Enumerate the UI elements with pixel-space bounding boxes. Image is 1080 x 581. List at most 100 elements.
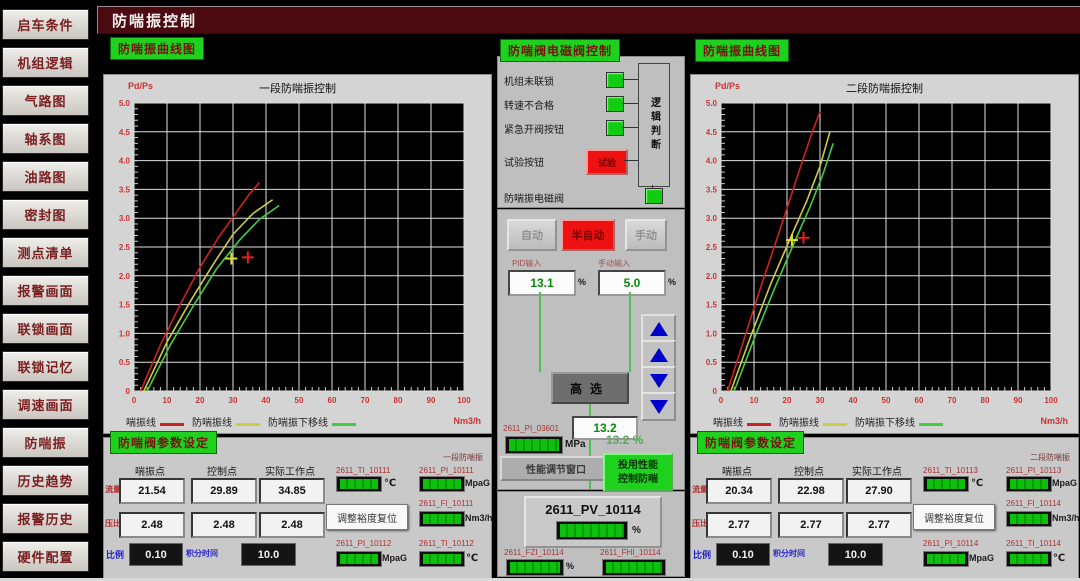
ti-value[interactable]: 10.0 [241,543,296,566]
ratio-surge-value[interactable]: 2.48 [119,512,185,538]
sidebar-item-alarm-screen[interactable]: 报警画面 [2,275,89,306]
manual-input-unit: % [668,277,676,287]
temp1-tag: 2611_TI_10113 [923,466,978,475]
enable-performance-line2: 控制防喘 [618,473,658,487]
svg-text:0: 0 [126,387,131,396]
svg-text:30: 30 [816,396,825,405]
surge-chart-panel-stage1: 一段防喘振控制 Pd/Ps 010203040506070809010000.5… [103,74,492,434]
legend-item: 防喘振下移线 [268,414,356,429]
margin-reset-button[interactable]: 调整裕度复位 [326,504,408,530]
ratio-row-label: 压比 [105,518,120,529]
pid-input-field[interactable]: 13.1 [508,270,576,296]
solenoid-section-label: 防喘阀电磁阀控制 [500,39,620,62]
surge-map-stage2: 010203040506070809010000.51.01.52.02.53.… [691,95,1078,416]
legend-swatch [823,423,847,426]
sidebar-item-interlock-memory[interactable]: 联锁记忆 [2,351,89,382]
connector-line [622,127,638,128]
manual-input-field[interactable]: 5.0 [598,270,666,296]
decrease-button-fine[interactable] [641,366,676,395]
kp-value[interactable]: 0.10 [129,543,183,566]
sidebar-item-interlock-screen[interactable]: 联锁画面 [2,313,89,344]
increase-button-fine[interactable] [641,340,676,369]
enable-performance-control-button[interactable]: 投用性能 控制防喘 [603,453,673,492]
svg-text:50: 50 [882,396,891,405]
svg-text:20: 20 [196,396,205,405]
fhi-value-display [602,559,666,576]
fzi-tag-label: 2611_FZI_10114 [504,548,564,557]
param-panel-stage2: 二段防喘振 喘振点 控制点 实际工作点 流量 20.34 22.98 27.90… [690,437,1079,580]
temp1-unit: ℃ [971,478,983,489]
ti-value[interactable]: 10.0 [828,543,883,566]
flow-control-value[interactable]: 29.89 [191,478,257,504]
flow-surge-value[interactable]: 21.54 [119,478,185,504]
flow-working-value[interactable]: 27.90 [846,478,912,504]
ratio-working-value[interactable]: 2.77 [846,512,912,538]
legend-item: 喘振线 [713,414,771,429]
svg-text:30: 30 [229,396,238,405]
arrow-down-icon [650,400,668,414]
sidebar-item-start-conditions[interactable]: 启车条件 [2,9,89,40]
svg-text:1.0: 1.0 [119,329,131,338]
svg-text:40: 40 [262,396,271,405]
sidebar-item-point-list[interactable]: 测点清单 [2,237,89,268]
flow-working-value[interactable]: 34.85 [259,478,325,504]
svg-text:3.0: 3.0 [706,214,718,223]
performance-window-button[interactable]: 性能调节窗口 [500,456,612,481]
sidebar-item-gas-diagram[interactable]: 气路图 [2,85,89,116]
svg-text:90: 90 [427,396,436,405]
kp-value[interactable]: 0.10 [716,543,770,566]
svg-text:60: 60 [328,396,337,405]
flow-display [1006,511,1052,527]
mode-manual-button[interactable]: 手动 [625,219,667,251]
x-axis-unit: Nm3/h [453,416,481,426]
sidebar-item-speed-screen[interactable]: 调速画面 [2,389,89,420]
sidebar-item-antisurge[interactable]: 防喘振 [2,427,89,458]
decrease-button-coarse[interactable] [641,392,676,421]
legend-item: 喘振线 [126,414,184,429]
ratio-control-value[interactable]: 2.77 [778,512,844,538]
legend-item: 防喘振线 [192,414,260,429]
chart-legend-stage1: 喘振线防喘振线防喘振下移线 Nm3/h [126,413,481,429]
ti-label: 积分时间 [773,548,805,559]
fhi-tag-label: 2611_FHI_10114 [600,548,661,557]
sidebar-item-shaft-diagram[interactable]: 轴系图 [2,123,89,154]
header-control-point: 控制点 [778,463,840,478]
test-button-label: 试验按钮 [504,154,544,169]
ratio-control-value[interactable]: 2.48 [191,512,257,538]
flow-surge-value[interactable]: 20.34 [706,478,772,504]
surge-map-stage1: 010203040506070809010000.51.01.52.02.53.… [104,95,491,416]
svg-text:0: 0 [713,387,718,396]
pv-display-box: 2611_PV_10114 % [524,496,662,548]
flow-row-label: 流量 [105,484,120,495]
sidebar-item-hardware-config[interactable]: 硬件配置 [2,541,89,572]
mode-semi-auto-button[interactable]: 半自动 [561,219,615,251]
sidebar-item-alarm-history[interactable]: 报警历史 [2,503,89,534]
test-button[interactable]: 试验 [586,149,628,175]
sidebar-item-seal-diagram[interactable]: 密封图 [2,199,89,230]
svg-text:100: 100 [457,396,471,405]
ratio-surge-value[interactable]: 2.77 [706,512,772,538]
flow-control-value[interactable]: 22.98 [778,478,844,504]
right-chart-section-label: 防喘振曲线图 [695,39,789,62]
legend-swatch [160,423,184,426]
enable-performance-line1: 投用性能 [618,459,658,473]
svg-text:90: 90 [1014,396,1023,405]
press2-unit: MpaG [969,553,994,563]
connector-line [622,79,638,80]
header-surge-point: 喘振点 [706,463,768,478]
temp2-display [1006,551,1052,567]
press2-display [336,551,382,567]
temp1-unit: ℃ [384,478,396,489]
mode-auto-button[interactable]: 自动 [507,219,557,251]
press1-unit: MpaG [465,478,490,488]
sidebar-item-oil-diagram[interactable]: 油路图 [2,161,89,192]
increase-button-coarse[interactable] [641,314,676,343]
svg-text:40: 40 [849,396,858,405]
ratio-working-value[interactable]: 2.48 [259,512,325,538]
svg-text:2.0: 2.0 [119,272,131,281]
sidebar-item-unit-logic[interactable]: 机组逻辑 [2,47,89,78]
high-select-button[interactable]: 高选 [551,372,629,404]
svg-text:10: 10 [750,396,759,405]
margin-reset-button[interactable]: 调整裕度复位 [913,504,995,530]
sidebar-item-history-trend[interactable]: 历史趋势 [2,465,89,496]
